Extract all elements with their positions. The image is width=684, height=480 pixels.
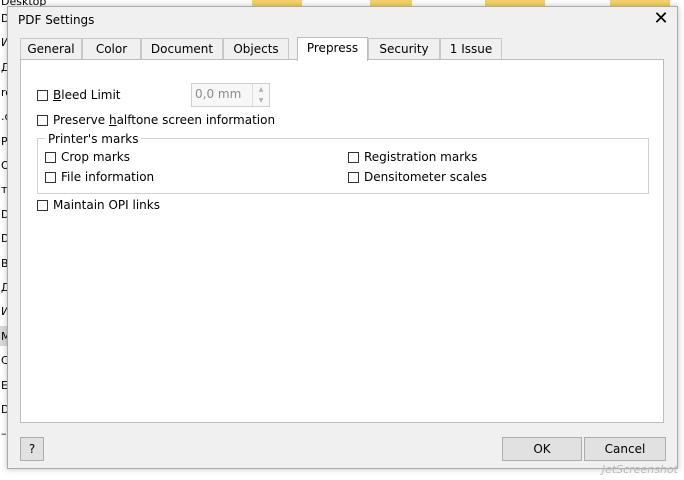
spin-up-icon[interactable]: ▲ (253, 84, 269, 95)
ok-button[interactable]: OK (502, 437, 582, 461)
spin-down-icon[interactable]: ▼ (253, 95, 269, 106)
file-information-option[interactable]: File information (45, 169, 154, 185)
help-button[interactable]: ? (20, 437, 44, 461)
tab-security[interactable]: Security (368, 38, 440, 59)
preserve-halftone-option[interactable]: Preserve halftone screen information (37, 112, 275, 128)
crop-marks-label: Crop marks (61, 150, 130, 164)
tab-prepress[interactable]: Prepress (297, 37, 368, 61)
crop-marks-option[interactable]: Crop marks (45, 149, 130, 165)
registration-marks-label: Registration marks (364, 150, 478, 164)
spin-buttons: ▲ ▼ (252, 84, 269, 106)
pdf-settings-dialog: PDF Settings ✕ General Color Document Ob… (7, 6, 678, 469)
densitometer-scales-checkbox[interactable] (348, 171, 359, 183)
printers-marks-group: Printer's marks Crop marks File informat… (37, 131, 649, 194)
prepress-panel: Bleed Limit 0,0 mm ▲ ▼ Preserve halftone… (20, 59, 664, 423)
bleed-limit-option[interactable]: Bleed Limit (37, 87, 121, 103)
file-information-checkbox[interactable] (45, 171, 56, 183)
maintain-opi-label: Maintain OPI links (53, 198, 160, 212)
crop-marks-checkbox[interactable] (45, 151, 56, 163)
densitometer-scales-label: Densitometer scales (364, 170, 487, 184)
close-icon[interactable]: ✕ (649, 8, 673, 30)
tab-document[interactable]: Document (141, 38, 223, 59)
tab-issues[interactable]: 1 Issue (440, 38, 502, 59)
registration-marks-checkbox[interactable] (348, 151, 359, 163)
tab-objects[interactable]: Objects (223, 38, 289, 59)
bleed-limit-checkbox[interactable] (37, 89, 48, 101)
dialog-title: PDF Settings (18, 13, 95, 27)
watermark-text: JetScreenshot (601, 463, 678, 476)
preserve-halftone-checkbox[interactable] (37, 114, 48, 126)
cancel-button[interactable]: Cancel (584, 437, 666, 461)
file-information-label: File information (61, 170, 155, 184)
registration-marks-option[interactable]: Registration marks (348, 149, 477, 165)
maintain-opi-checkbox[interactable] (37, 199, 48, 211)
tab-color[interactable]: Color (82, 38, 141, 59)
bleed-limit-label: Bleed Limit (53, 88, 121, 102)
bleed-limit-spinbox[interactable]: 0,0 mm ▲ ▼ (191, 83, 270, 107)
tab-general[interactable]: General (20, 38, 82, 59)
bleed-limit-value: 0,0 mm (195, 87, 242, 101)
printers-marks-title: Printer's marks (45, 131, 142, 147)
preserve-halftone-label: Preserve halftone screen information (53, 113, 276, 127)
maintain-opi-option[interactable]: Maintain OPI links (37, 197, 160, 213)
densitometer-scales-option[interactable]: Densitometer scales (348, 169, 487, 185)
